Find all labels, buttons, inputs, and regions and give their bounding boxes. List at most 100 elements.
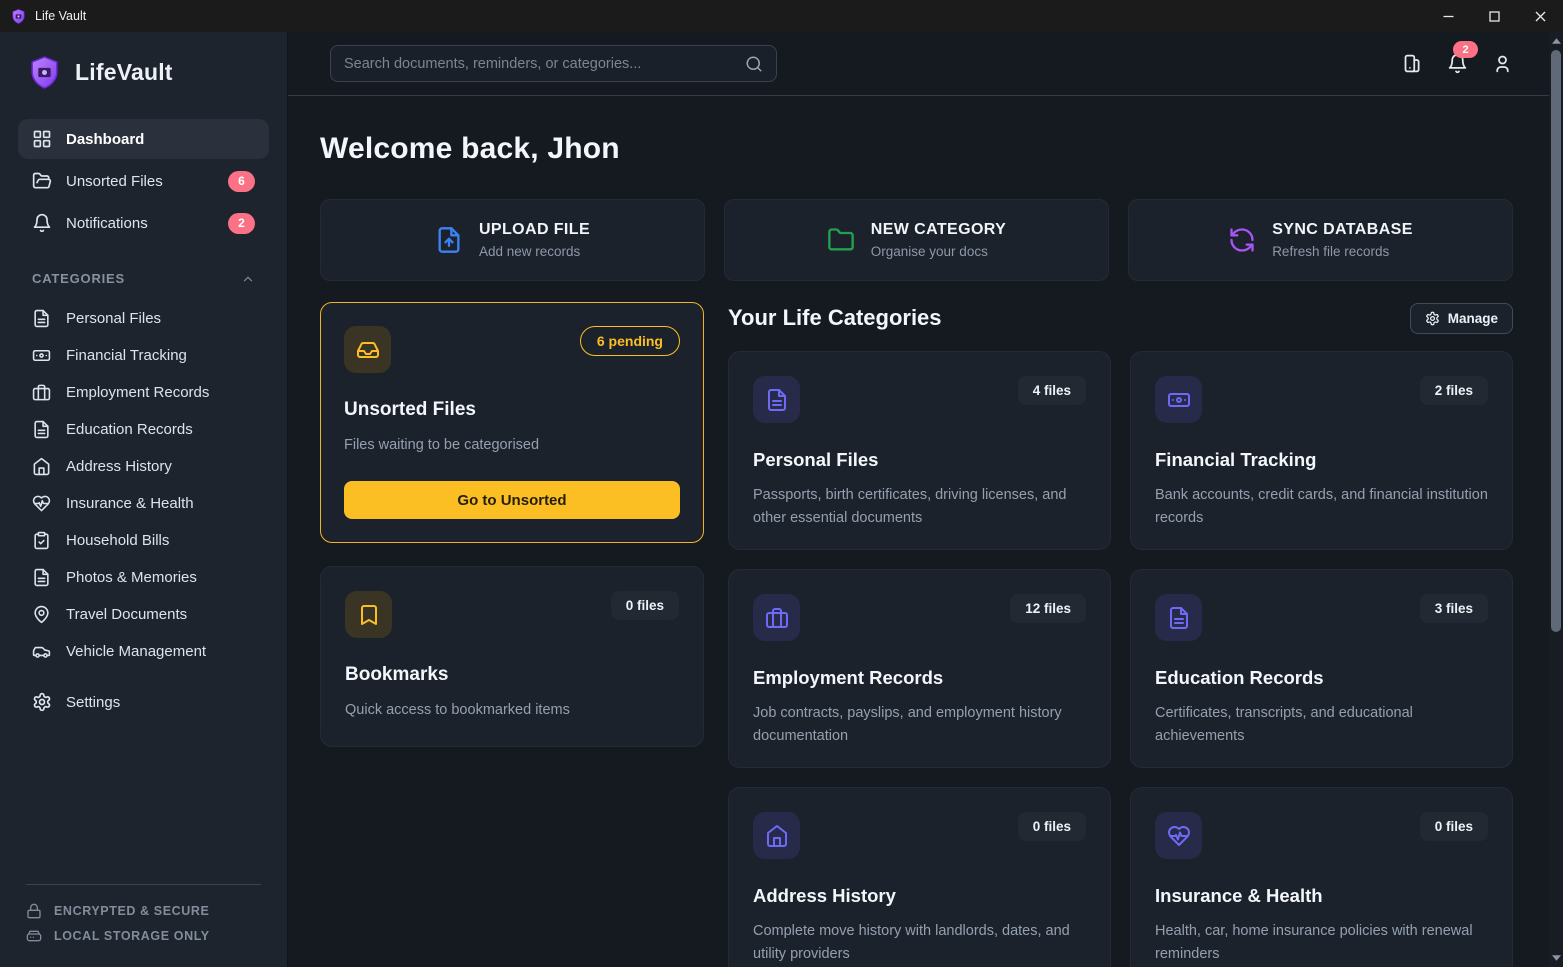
sidebar-item-employment-records[interactable]: Employment Records [18,374,269,411]
category-card-address-history[interactable]: 0 files Address History Complete move hi… [728,787,1111,967]
sidebar-item-dashboard[interactable]: Dashboard [18,119,269,159]
manage-button-label: Manage [1448,311,1498,326]
theme-toggle-button[interactable] [1402,53,1423,74]
files-count-badge: 3 files [1420,594,1488,623]
search-box[interactable] [330,45,777,82]
folder-icon [827,226,855,254]
card-title: Education Records [1155,667,1488,689]
sidebar-item-label: Education Records [66,421,193,438]
card-title: Insurance & Health [1155,885,1488,907]
category-icon-tile [1155,594,1202,641]
sidebar-item-notifications[interactable]: Notifications 2 [18,203,269,243]
files-count-badge: 0 files [611,591,679,620]
notifications-button[interactable]: 2 [1447,53,1468,74]
sidebar-item-address-history[interactable]: Address History [18,448,269,485]
category-icon-tile [1155,376,1202,423]
app-shield-icon [10,8,27,25]
profile-button[interactable] [1492,53,1513,74]
sync-database-action[interactable]: SYNC DATABASE Refresh file records [1128,199,1513,281]
sidebar-item-settings[interactable]: Settings [18,682,269,722]
file-text-icon [32,309,51,328]
scroll-down-arrow[interactable] [1549,951,1563,965]
upload-file-action[interactable]: UPLOAD FILE Add new records [320,199,705,281]
unsorted-icon-tile [344,326,391,373]
manage-button[interactable]: Manage [1410,303,1513,334]
card-description: Files waiting to be categorised [344,434,680,457]
theme-icon [1402,53,1423,74]
unsorted-count-badge: 6 [228,171,255,192]
user-icon [1492,53,1513,74]
category-card-education-records[interactable]: 3 files Education Records Certificates, … [1130,569,1513,768]
encrypted-secure-label: ENCRYPTED & SECURE [26,903,261,919]
action-title: SYNC DATABASE [1272,221,1413,239]
sidebar-item-label: Employment Records [66,384,209,401]
sidebar-item-unsorted-files[interactable]: Unsorted Files 6 [18,161,269,201]
card-description: Quick access to bookmarked items [345,699,679,722]
sidebar-item-travel-documents[interactable]: Travel Documents [18,596,269,633]
card-description: Passports, birth certificates, driving l… [753,484,1086,530]
car-icon [32,642,51,661]
bookmarks-card[interactable]: 0 files Bookmarks Quick access to bookma… [320,566,704,747]
unsorted-files-card[interactable]: 6 pending Unsorted Files Files waiting t… [320,302,704,543]
map-pin-icon [32,605,51,624]
folder-open-icon [32,171,52,191]
banknote-icon [32,346,51,365]
card-title: Personal Files [753,449,1086,471]
sidebar-item-insurance-health[interactable]: Insurance & Health [18,485,269,522]
sidebar-item-label: Notifications [66,215,148,232]
scrollbar-thumb[interactable] [1551,50,1561,632]
category-card-financial-tracking[interactable]: 2 files Financial Tracking Bank accounts… [1130,351,1513,550]
action-subtitle: Organise your docs [871,244,1006,259]
new-category-action[interactable]: NEW CATEGORY Organise your docs [724,199,1109,281]
sidebar-item-label: Household Bills [66,532,169,549]
files-count-badge: 0 files [1420,812,1488,841]
sidebar-footer: ENCRYPTED & SECURE LOCAL STORAGE ONLY [0,884,287,953]
banknote-icon [1167,388,1191,412]
dashboard-content: Welcome back, Jhon UPLOAD FILE Add new r… [288,96,1563,967]
bell-icon [32,213,52,233]
sidebar-item-personal-files[interactable]: Personal Files [18,300,269,337]
sidebar-item-photos-memories[interactable]: Photos & Memories [18,559,269,596]
sidebar-item-financial-tracking[interactable]: Financial Tracking [18,337,269,374]
gear-icon [1425,311,1440,326]
dashboard-grid-icon [32,129,52,149]
search-input[interactable] [344,56,735,72]
lock-icon [26,903,42,919]
files-count-badge: 2 files [1420,376,1488,405]
sidebar-item-education-records[interactable]: Education Records [18,411,269,448]
footer-text: LOCAL STORAGE ONLY [54,929,210,943]
card-description: Job contracts, payslips, and employment … [753,702,1086,748]
notifications-count-badge: 2 [228,213,255,234]
go-to-unsorted-button[interactable]: Go to Unsorted [344,481,680,519]
footer-divider [26,884,261,885]
local-storage-label: LOCAL STORAGE ONLY [26,928,261,944]
sidebar-item-label: Settings [66,694,120,711]
sidebar-item-label: Personal Files [66,310,161,327]
search-icon [745,55,763,73]
home-icon [32,457,51,476]
card-title: Financial Tracking [1155,449,1488,471]
scroll-up-arrow[interactable] [1549,34,1563,48]
vertical-scrollbar[interactable] [1549,32,1563,967]
category-card-insurance-health[interactable]: 0 files Insurance & Health Health, car, … [1130,787,1513,967]
maximize-button[interactable] [1471,0,1517,32]
card-description: Bank accounts, credit cards, and financi… [1155,484,1488,530]
file-upload-icon [435,226,463,254]
sidebar-item-label: Dashboard [66,131,144,148]
storage-icon [26,928,42,944]
action-title: UPLOAD FILE [479,221,590,239]
window-title: Life Vault [35,9,86,23]
files-count-badge: 4 files [1018,376,1086,405]
file-text-icon [32,568,51,587]
categories-section-header[interactable]: CATEGORIES [0,271,287,286]
category-card-personal-files[interactable]: 4 files Personal Files Passports, birth … [728,351,1111,550]
sidebar-item-household-bills[interactable]: Household Bills [18,522,269,559]
minimize-button[interactable] [1425,0,1471,32]
category-card-employment-records[interactable]: 12 files Employment Records Job contract… [728,569,1111,768]
sidebar-item-label: Insurance & Health [66,495,194,512]
close-button[interactable] [1517,0,1563,32]
card-title: Employment Records [753,667,1086,689]
card-description: Certificates, transcripts, and education… [1155,702,1488,748]
card-title: Address History [753,885,1086,907]
sidebar-item-vehicle-management[interactable]: Vehicle Management [18,633,269,670]
